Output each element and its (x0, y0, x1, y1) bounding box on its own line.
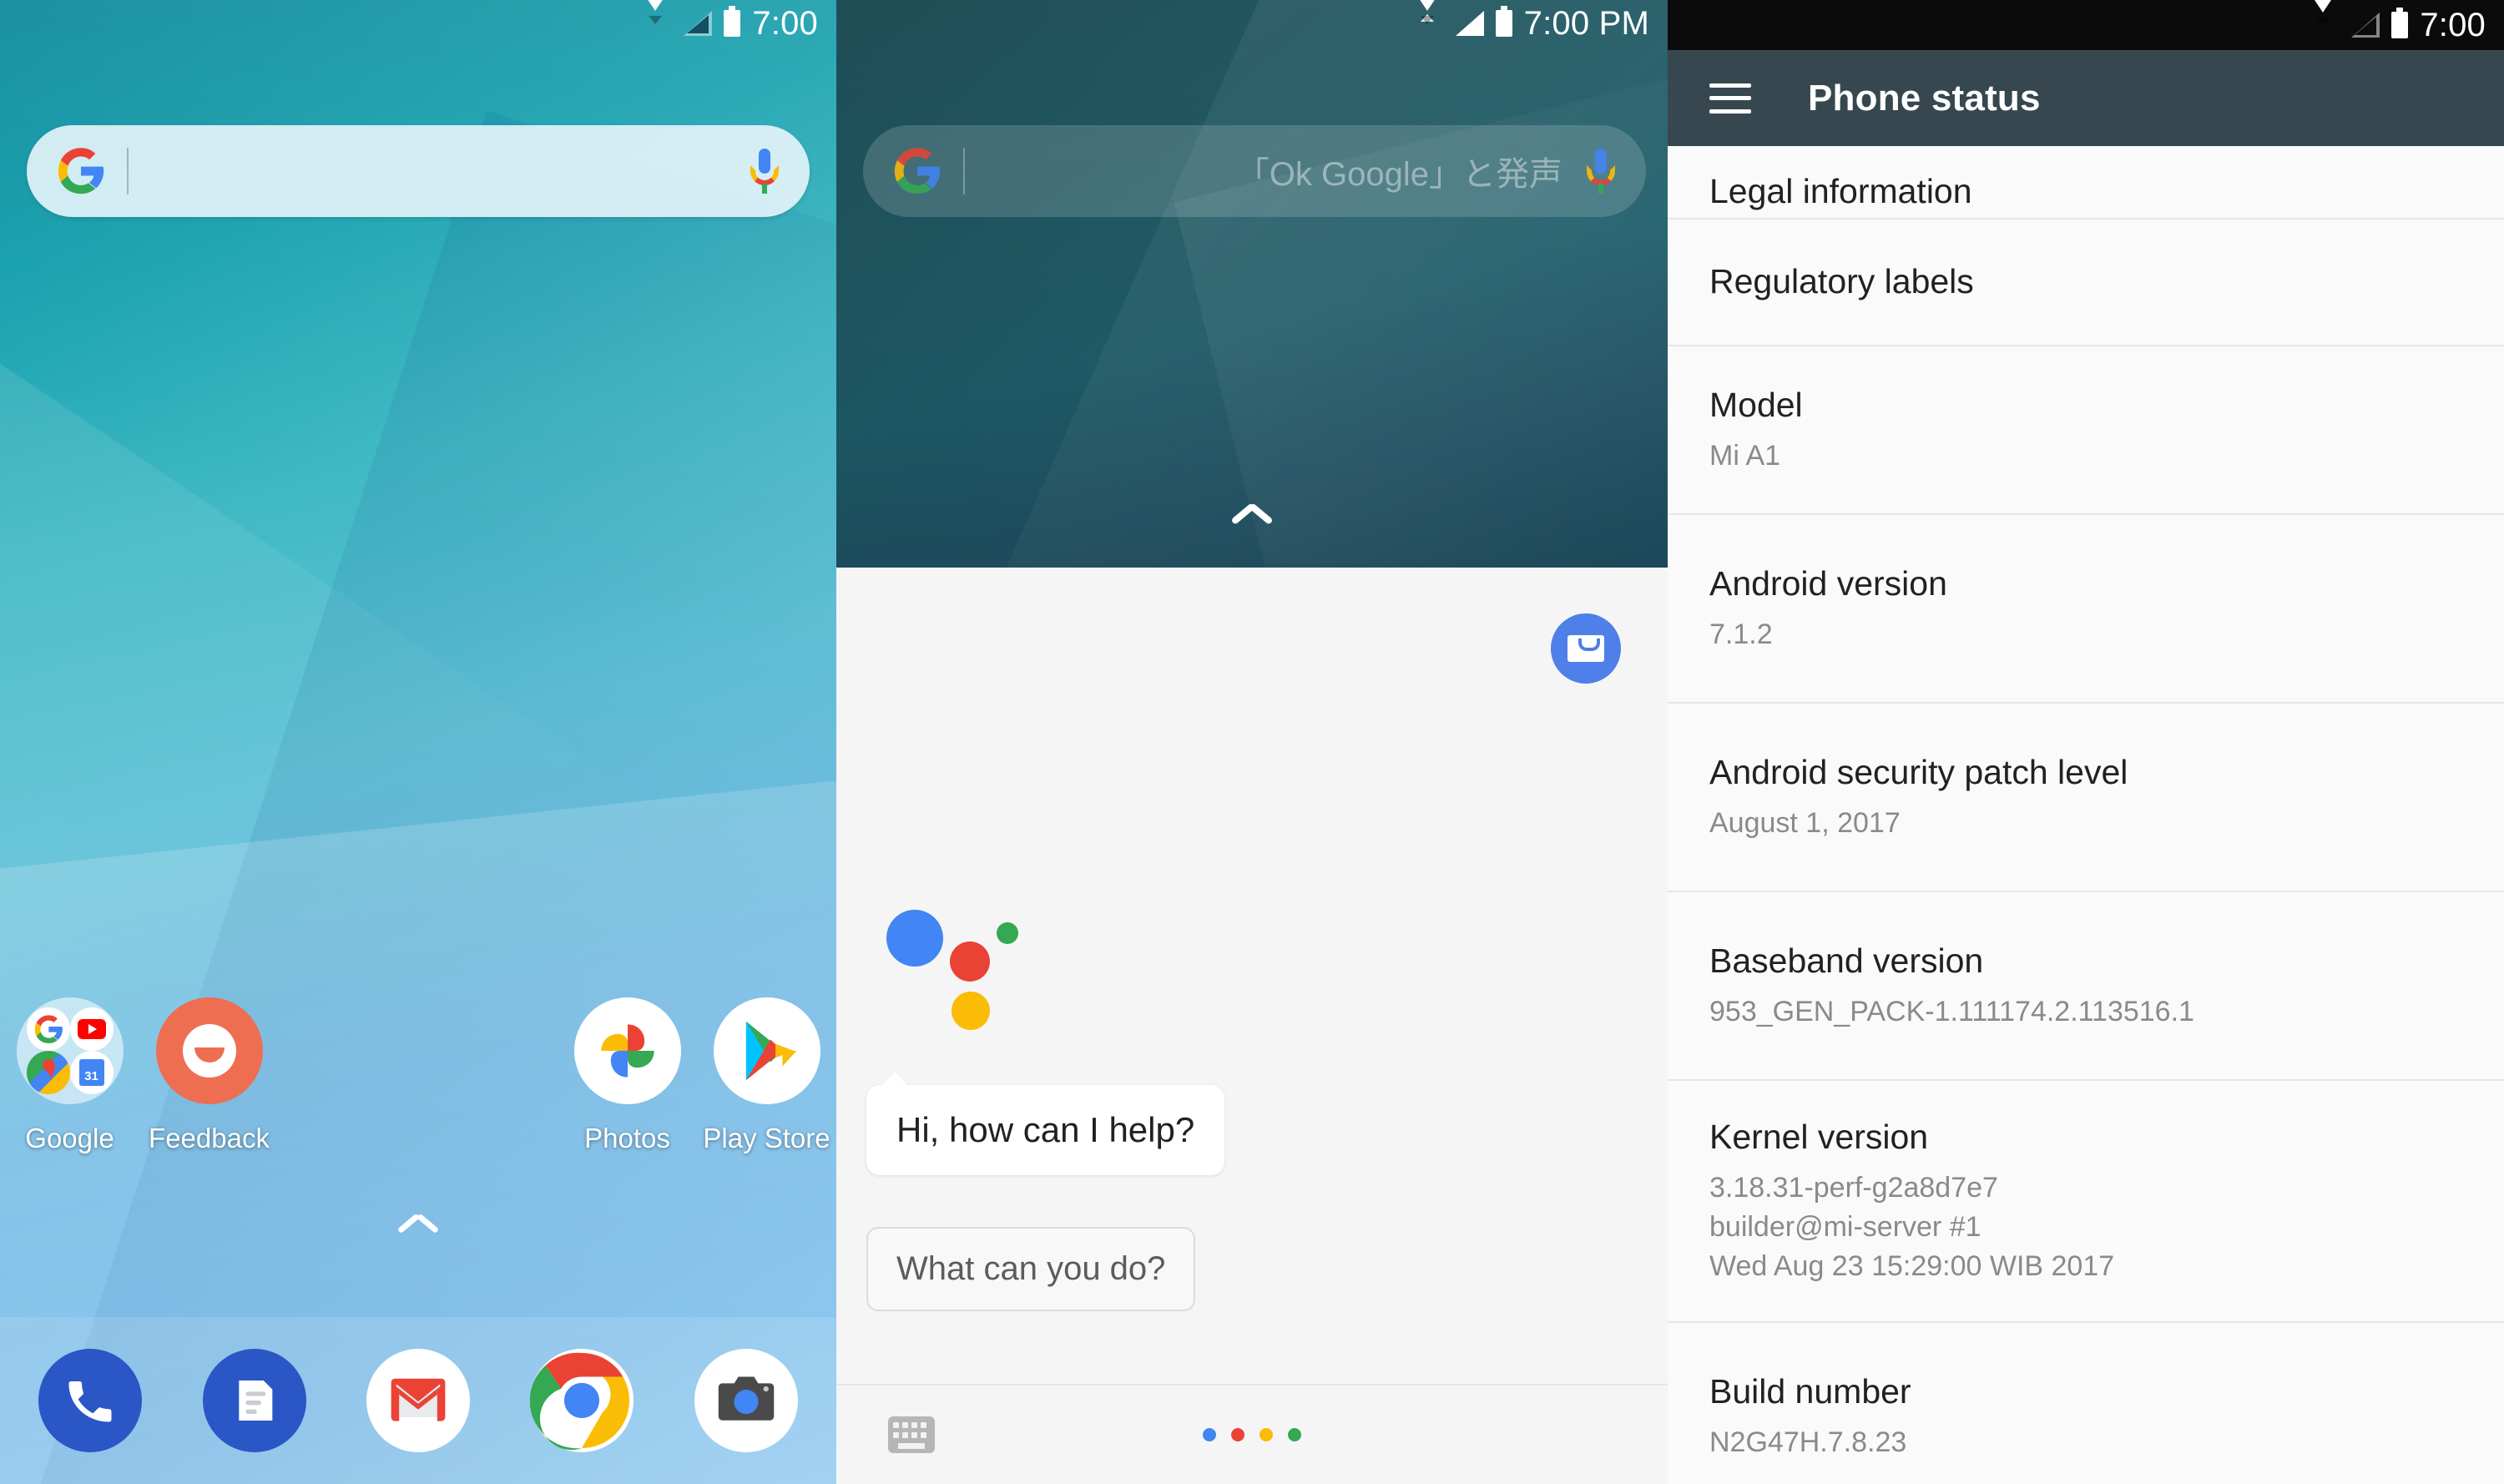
chevron-up-icon[interactable] (399, 1227, 437, 1249)
camera-icon[interactable] (694, 1349, 798, 1452)
app-feedback[interactable]: Feedback (139, 997, 279, 1154)
row-value: August 1, 2017 (1709, 807, 1901, 840)
google-g-icon (893, 147, 942, 195)
row-value: Mi A1 (1709, 440, 1781, 472)
row-value: 953_GEN_PACK-1.111174.2.113516.1 (1709, 996, 2194, 1028)
status-time: 7:00 (752, 4, 818, 42)
microphone-icon[interactable] (750, 147, 780, 195)
page-title: Phone status (1808, 77, 2041, 119)
settings-row-kernel-version[interactable]: Kernel version 3.18.31-perf-g2a8d7e7 bui… (1668, 1081, 2504, 1323)
google-photos-icon (573, 997, 681, 1104)
home-screen-panel: 7:00 31 Google Feedback Photos Play Stor… (0, 0, 836, 1484)
settings-phone-status-panel: 7:00 Phone status Legal information Regu… (1668, 0, 2504, 1484)
search-cursor-divider (127, 148, 129, 194)
settings-row-build-number[interactable]: Build number N2G47H.7.8.23 (1668, 1323, 2504, 1484)
signal-icon (1455, 11, 1484, 36)
assistant-dots-icon (886, 910, 1070, 1068)
google-search-bar[interactable] (27, 125, 810, 217)
app-label: Feedback (149, 1123, 270, 1153)
row-title: Baseband version (1709, 941, 1984, 980)
row-title: Regulatory labels (1709, 262, 1974, 301)
keyboard-icon[interactable] (888, 1416, 935, 1453)
app-play-store[interactable]: Play Store (697, 997, 836, 1154)
assistant-panel: 7:00 PM 「Ok Google」と発声 Hi, how can I hel… (836, 0, 1668, 1484)
feedback-icon (155, 997, 263, 1104)
google-g-icon (57, 147, 105, 195)
assistant-wallpaper-area: 7:00 PM 「Ok Google」と発声 (836, 0, 1668, 568)
settings-app-bar: Phone status (1668, 50, 2504, 146)
row-value: 7.1.2 (1709, 618, 1773, 651)
row-title: Build number (1709, 1371, 1911, 1411)
home-apps-row: 31 Google Feedback . . (0, 997, 836, 1198)
google-folder-icon: 31 (16, 997, 124, 1104)
assistant-search-bar[interactable]: 「Ok Google」と発声 (863, 125, 1646, 217)
settings-list[interactable]: Legal information Regulatory labels Mode… (1668, 146, 2504, 1484)
settings-status-bar: 7:00 (1668, 0, 2504, 50)
assistant-conversation: Hi, how can I help? What can you do? (836, 568, 1668, 1484)
hamburger-menu-icon[interactable] (1709, 83, 1751, 114)
signal-icon (2351, 13, 2380, 38)
app-label: Google (25, 1123, 114, 1153)
row-value: N2G47H.7.8.23 (1709, 1426, 1907, 1459)
wifi-icon (639, 0, 673, 36)
signal-icon (684, 11, 713, 36)
assistant-status-bar: 7:00 PM (836, 0, 1668, 47)
three-screenshot-strip: 7:00 31 Google Feedback Photos Play Stor… (0, 0, 2504, 1484)
listening-dots-icon (1203, 1428, 1301, 1441)
suggestion-chip[interactable]: What can you do? (866, 1227, 1196, 1311)
assistant-search-input[interactable]: 「Ok Google」と発声 (965, 147, 1586, 195)
inbox-message-icon[interactable] (1551, 613, 1621, 684)
home-dock (0, 1317, 836, 1484)
row-title: Legal information (1709, 171, 1972, 210)
chevron-up-icon[interactable] (1233, 517, 1271, 539)
app-label: Play Store (703, 1123, 830, 1153)
settings-row-regulatory-labels[interactable]: Regulatory labels (1668, 220, 2504, 346)
phone-icon[interactable] (38, 1349, 143, 1452)
settings-row-legal-information[interactable]: Legal information (1668, 146, 2504, 220)
microphone-icon[interactable] (1586, 147, 1616, 195)
assistant-footer (836, 1384, 1668, 1484)
row-title: Android security patch level (1709, 752, 2128, 791)
app-label: Photos (584, 1123, 670, 1153)
app-photos[interactable]: Photos (558, 997, 697, 1154)
home-status-bar: 7:00 (0, 0, 836, 47)
status-time: 7:00 PM (1523, 4, 1649, 42)
row-title: Kernel version (1709, 1118, 1929, 1157)
assistant-greeting-bubble: Hi, how can I help? (866, 1072, 1225, 1175)
settings-row-model[interactable]: Model Mi A1 (1668, 346, 2504, 515)
chrome-icon[interactable] (530, 1349, 634, 1452)
wifi-icon (1410, 0, 1444, 36)
app-google-folder[interactable]: 31 Google (0, 997, 139, 1154)
settings-row-security-patch-level[interactable]: Android security patch level August 1, 2… (1668, 704, 2504, 892)
google-play-icon (713, 997, 820, 1104)
settings-row-android-version[interactable]: Android version 7.1.2 (1668, 515, 2504, 704)
row-title: Android version (1709, 563, 1947, 603)
wifi-icon (2306, 0, 2340, 38)
battery-icon (2391, 8, 2409, 38)
battery-icon (1495, 6, 1512, 37)
gmail-icon[interactable] (366, 1349, 470, 1452)
settings-row-baseband-version[interactable]: Baseband version 953_GEN_PACK-1.111174.2… (1668, 892, 2504, 1081)
status-time: 7:00 (2420, 6, 2486, 43)
row-value: 3.18.31-perf-g2a8d7e7 builder@mi-server … (1709, 1172, 2115, 1283)
messages-icon[interactable] (202, 1349, 306, 1452)
row-title: Model (1709, 385, 1803, 424)
battery-icon (724, 6, 741, 37)
